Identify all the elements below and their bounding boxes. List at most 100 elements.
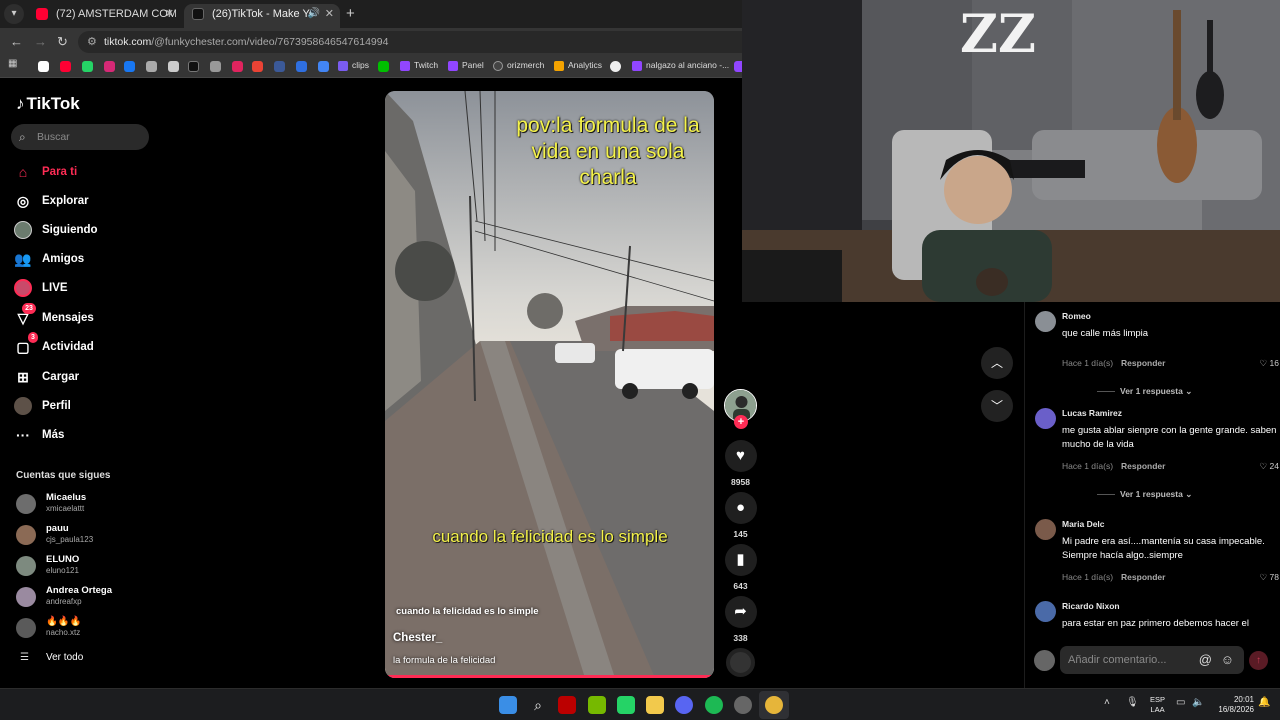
nav-live[interactable]: LIVE	[14, 277, 154, 299]
avatar[interactable]	[1035, 519, 1056, 540]
video-progress-bar[interactable]	[385, 675, 714, 678]
like-action[interactable]: ♥ 8958	[724, 440, 757, 487]
url-field[interactable]: ⚙ tiktok.com/@funkychester.com/video/767…	[78, 31, 742, 53]
bookmark-clips[interactable]: clips	[338, 60, 369, 71]
heart-icon[interactable]: ♥	[724, 440, 757, 472]
music-disc-icon[interactable]	[726, 648, 755, 677]
save-action[interactable]: ▮ 643	[724, 544, 757, 591]
avatar[interactable]	[1035, 408, 1056, 429]
kick-icon[interactable]	[378, 61, 389, 72]
follow-plus-button[interactable]: +	[734, 415, 748, 429]
view-replies-button[interactable]: Ver 1 respuesta ⌄	[1097, 489, 1192, 500]
nav-siguiendo[interactable]: Siguiendo	[14, 219, 154, 241]
system-clock[interactable]: 20:01 16/8/2026	[1212, 695, 1254, 715]
bookmark-panel[interactable]: Panel	[448, 60, 484, 71]
reload-icon[interactable]: ↻	[57, 34, 68, 50]
comment-like[interactable]: ♡ 78	[1260, 572, 1279, 583]
comment-icon[interactable]: ●	[724, 492, 757, 524]
avatar[interactable]	[1035, 311, 1056, 332]
search-input[interactable]: ⌕ Buscar	[11, 124, 149, 150]
comment-like[interactable]: ♡ 24	[1260, 461, 1279, 472]
reply-button[interactable]: Responder	[1121, 572, 1165, 582]
emoji-icon[interactable]: ☺	[1221, 646, 1234, 674]
bookmark-twitch[interactable]: Twitch	[400, 60, 438, 71]
nav-para-ti[interactable]: ⌂ Para ti	[14, 161, 154, 183]
chevron-up-icon[interactable]: ˄	[1104, 697, 1110, 708]
bookmark-icon[interactable]: ▮	[724, 544, 757, 576]
spotify-icon[interactable]	[705, 696, 723, 714]
share-action[interactable]: ➦ 338	[724, 596, 757, 643]
followed-account[interactable]: 🔥🔥🔥 nacho.xtz	[16, 616, 156, 640]
microphone-icon[interactable]: 🎙	[1126, 697, 1139, 708]
discord-icon[interactable]	[675, 696, 693, 714]
new-tab-button[interactable]: +	[346, 5, 355, 22]
post-comment-button[interactable]: ↑	[1249, 651, 1268, 670]
browser-tab-tiktok[interactable]: (26)TikTok - Make Your Day 🔊 ✕	[184, 4, 340, 28]
whatsapp-icon[interactable]	[82, 61, 93, 72]
avatar[interactable]	[1035, 601, 1056, 622]
nav-cargar[interactable]: ⊞ Cargar	[14, 366, 154, 388]
whatsapp-icon[interactable]	[617, 696, 635, 714]
nav-actividad[interactable]: ▢ 3 Actividad	[14, 332, 154, 358]
bookmark-nalgazo[interactable]: nalgazo al anciano -...	[632, 60, 729, 71]
notification-icon[interactable]: 🔔	[1258, 697, 1270, 708]
google-icon[interactable]	[38, 61, 49, 72]
folder-icon[interactable]	[646, 696, 664, 714]
nav-mensajes[interactable]: ▽ 23 Mensajes	[14, 303, 154, 329]
view-replies-button[interactable]: Ver 1 respuesta ⌄	[1097, 386, 1192, 397]
browser-tab-youtube[interactable]: (72) AMSTERDAM COMO NUN ✕	[28, 4, 180, 28]
comment-user[interactable]: Maria Delc	[1062, 519, 1105, 529]
windows-start-icon[interactable]	[499, 696, 517, 714]
site-info-icon[interactable]: ⚙	[87, 31, 97, 53]
bookmark-icon[interactable]	[210, 61, 221, 72]
netflix-icon[interactable]	[558, 696, 576, 714]
nav-explorar[interactable]: ◎ Explorar	[14, 190, 154, 212]
bookmark-icon[interactable]	[232, 61, 243, 72]
bookmark-icon[interactable]	[610, 61, 621, 72]
search-icon[interactable]: ⌕	[529, 696, 547, 714]
nav-perfil[interactable]: Perfil	[14, 395, 154, 417]
followed-account[interactable]: ELUNO eluno121	[16, 554, 156, 578]
share-icon[interactable]: ➦	[724, 596, 757, 628]
see-all-button[interactable]: ☰ Ver todo	[20, 652, 83, 663]
forward-icon[interactable]: →	[34, 34, 47, 49]
audio-icon[interactable]: 🔊	[308, 4, 320, 24]
nav-mas[interactable]: ··· Más	[14, 424, 154, 446]
comment-input[interactable]: Añadir comentario... @ ☺	[1060, 646, 1244, 674]
nvidia-icon[interactable]	[588, 696, 606, 714]
paypal-icon[interactable]	[124, 61, 135, 72]
followed-account[interactable]: Micaelus xmicaelattt	[16, 492, 156, 516]
tab-search-button[interactable]: ▾	[4, 4, 24, 24]
back-icon[interactable]: ←	[10, 34, 23, 49]
video-author[interactable]: Chester_	[393, 632, 442, 644]
volume-icon[interactable]: 🔈	[1192, 697, 1204, 708]
nav-amigos[interactable]: 👥 Amigos	[14, 248, 154, 270]
bookmark-icon[interactable]	[146, 61, 157, 72]
bookmark-icon[interactable]	[168, 61, 179, 72]
comment-action[interactable]: ● 145	[724, 492, 757, 539]
next-video-button[interactable]: ﹀	[981, 390, 1013, 422]
comment-like[interactable]: ♡ 16	[1260, 358, 1279, 369]
instagram-icon[interactable]	[104, 61, 115, 72]
close-icon[interactable]: ✕	[165, 4, 174, 24]
comment-user[interactable]: Lucas Ramirez	[1062, 408, 1122, 418]
obs-icon[interactable]	[734, 696, 752, 714]
apps-icon[interactable]: ▦	[8, 58, 19, 69]
bookmark-orizmerch[interactable]: orizmerch	[493, 60, 544, 71]
comment-user[interactable]: Ricardo Nixon	[1062, 601, 1120, 611]
bookmark-icon[interactable]	[274, 61, 285, 72]
tiktok-logo[interactable]: ♪ TikTok	[16, 94, 80, 114]
youtube-icon[interactable]	[60, 61, 71, 72]
language-indicator[interactable]: ESP LAA	[1150, 695, 1165, 715]
chrome-icon[interactable]	[765, 696, 783, 714]
mention-icon[interactable]: @	[1199, 646, 1212, 674]
bookmark-icon[interactable]	[296, 61, 307, 72]
bookmark-analytics[interactable]: Analytics	[554, 60, 602, 71]
previous-video-button[interactable]: ︿	[981, 347, 1013, 379]
reply-button[interactable]: Responder	[1121, 461, 1165, 471]
video-player[interactable]: pov:la formula de la vida en una sola ch…	[385, 91, 714, 678]
bookmark-icon[interactable]	[318, 61, 329, 72]
network-icon[interactable]: ▭	[1176, 697, 1185, 708]
gmail-icon[interactable]	[252, 61, 263, 72]
close-icon[interactable]: ✕	[325, 4, 334, 24]
